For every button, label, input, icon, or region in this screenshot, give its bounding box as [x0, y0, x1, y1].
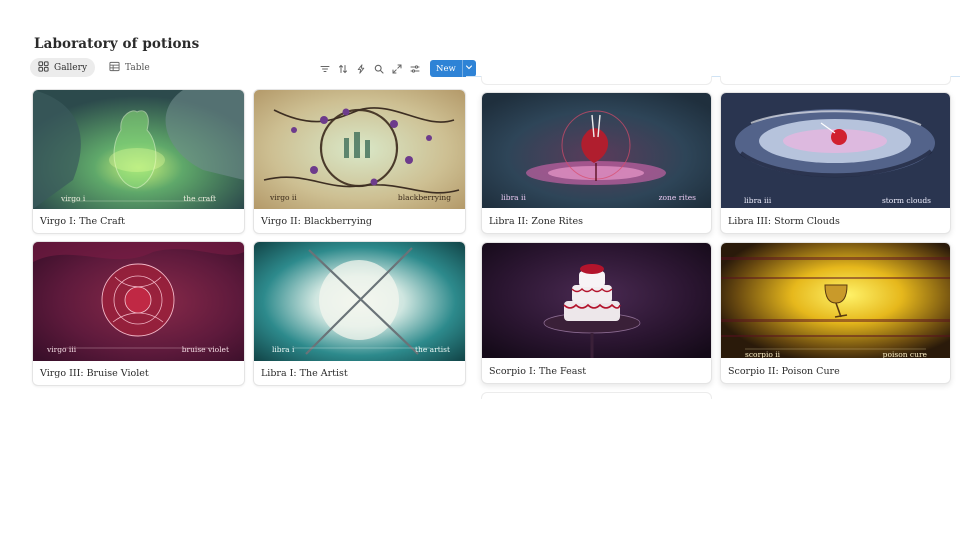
art-caption-right: blackberrying: [398, 193, 451, 202]
expand-icon: [392, 59, 402, 78]
automation-button[interactable]: [354, 62, 368, 76]
card-title: Virgo I: The Craft: [40, 216, 125, 227]
art-caption-right: bruise violet: [182, 345, 229, 354]
art-caption-right: the craft: [183, 194, 216, 203]
card-title: Libra I: The Artist: [261, 368, 348, 379]
card-title: Virgo III: Bruise Violet: [40, 368, 149, 379]
art-caption-left: libra i: [272, 345, 295, 354]
tab-table-label: Table: [125, 62, 150, 73]
card-cover-image: libra ii zone rites: [482, 93, 711, 208]
card-title: Libra II: Zone Rites: [489, 216, 583, 227]
gallery-card[interactable]: libra iii storm clouds Libra III: Storm …: [720, 92, 951, 234]
filter-icon: [320, 59, 330, 78]
filter-button[interactable]: [318, 62, 332, 76]
card-cover-image: virgo i the craft: [33, 90, 244, 209]
art-caption-right: storm clouds: [882, 196, 931, 205]
tab-table[interactable]: Table: [101, 58, 158, 77]
settings-button[interactable]: [408, 62, 422, 76]
card-cover-image: virgo ii blackberrying: [254, 90, 465, 209]
art-caption-left: virgo ii: [269, 193, 297, 202]
search-button[interactable]: [372, 62, 386, 76]
card-title: Scorpio II: Poison Cure: [728, 366, 840, 377]
gallery-card[interactable]: Scorpio I: The Feast: [481, 242, 712, 384]
gallery-card[interactable]: virgo i the craft Virgo I: The Craft: [32, 89, 245, 234]
art-caption-left: virgo iii: [46, 345, 77, 354]
card-title: Virgo II: Blackberrying: [261, 216, 372, 227]
settings-sliders-icon: [410, 59, 420, 78]
sort-icon: [338, 59, 348, 78]
art-caption-right: the artist: [415, 345, 450, 354]
expand-button[interactable]: [390, 62, 404, 76]
new-options-button[interactable]: [461, 60, 476, 77]
new-button-group: New: [430, 60, 476, 77]
card-cover-image: [482, 243, 711, 358]
tab-gallery[interactable]: Gallery: [30, 58, 96, 77]
card-edge-fragment: [481, 392, 712, 399]
art-caption-left: virgo i: [60, 194, 86, 203]
search-icon: [374, 59, 384, 78]
card-cover-image: libra iii storm clouds: [721, 93, 950, 208]
card-edge-fragment: [720, 76, 951, 85]
gallery-card[interactable]: libra ii zone rites Libra II: Zone Rites: [481, 92, 712, 234]
art-caption-right: poison cure: [883, 350, 928, 358]
card-edge-fragment: [481, 76, 712, 85]
sort-button[interactable]: [336, 62, 350, 76]
card-title: Libra III: Storm Clouds: [728, 216, 840, 227]
new-button[interactable]: New: [430, 60, 462, 77]
view-toolbar: New: [318, 60, 476, 77]
gallery-card[interactable]: scorpio ii poison cure Scorpio II: Poiso…: [720, 242, 951, 384]
art-caption-left: libra iii: [744, 196, 772, 205]
card-cover-image: scorpio ii poison cure: [721, 243, 950, 358]
table-icon: [109, 61, 120, 75]
page-title: Laboratory of potions: [34, 36, 200, 52]
art-caption-left: scorpio ii: [745, 350, 781, 358]
view-switcher: Gallery Table: [30, 58, 158, 77]
art-caption-left: libra ii: [501, 193, 526, 202]
art-caption-right: zone rites: [659, 193, 697, 202]
card-cover-image: libra i the artist: [254, 242, 465, 361]
gallery-card[interactable]: virgo iii bruise violet Virgo III: Bruis…: [32, 241, 245, 386]
chevron-down-icon: [465, 63, 473, 74]
automation-bolt-icon: [356, 59, 366, 78]
gallery-card[interactable]: virgo ii blackberrying Virgo II: Blackbe…: [253, 89, 466, 234]
card-title: Scorpio I: The Feast: [489, 366, 587, 377]
gallery-card[interactable]: libra i the artist Libra I: The Artist: [253, 241, 466, 386]
tab-gallery-label: Gallery: [54, 62, 88, 73]
card-cover-image: virgo iii bruise violet: [33, 242, 244, 361]
gallery-grid-icon: [38, 60, 49, 75]
